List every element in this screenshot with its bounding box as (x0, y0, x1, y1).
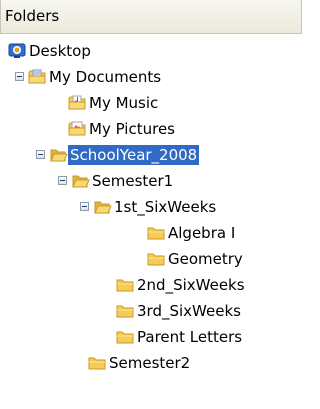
tree-item-label: Desktop (29, 42, 91, 60)
folder-tree[interactable]: Desktop My Documents My Music My Picture… (0, 34, 302, 409)
folder-open-icon (94, 199, 112, 215)
folders-panel-header: Folders (0, 0, 302, 34)
tree-item-label: Semester2 (109, 354, 191, 372)
folder-icon (116, 329, 134, 345)
tree-item-label: Algebra I (168, 224, 236, 242)
my-documents-icon (28, 69, 46, 85)
tree-item-label: Geometry (168, 250, 243, 268)
tree-item-label: My Pictures (89, 120, 175, 138)
tree-item-label: 1st_SixWeeks (114, 198, 217, 216)
folder-icon (116, 277, 134, 293)
tree-item-label: My Documents (49, 68, 162, 86)
folder-icon (116, 303, 134, 319)
tree-item-label: SchoolYear_2008 (66, 144, 201, 166)
folder-open-icon (72, 173, 90, 189)
desktop-icon (8, 43, 26, 59)
collapse-toggle-icon[interactable] (15, 72, 24, 81)
tree-item-label: 2nd_SixWeeks (137, 276, 245, 294)
collapse-toggle-icon[interactable] (58, 176, 67, 185)
my-pictures-icon (68, 121, 86, 137)
collapse-toggle-icon[interactable] (80, 202, 89, 211)
tree-item-label: My Music (89, 94, 159, 112)
tree-item-label: Semester1 (92, 172, 174, 190)
panel-title: Folders (5, 7, 60, 25)
folder-icon (147, 225, 165, 241)
my-music-icon (68, 95, 86, 111)
tree-item-label: 3rd_SixWeeks (137, 302, 241, 320)
folder-icon (147, 251, 165, 267)
tree-item-label: Parent Letters (137, 328, 243, 346)
folder-open-icon (50, 147, 68, 163)
folder-icon (88, 355, 106, 371)
collapse-toggle-icon[interactable] (36, 150, 45, 159)
